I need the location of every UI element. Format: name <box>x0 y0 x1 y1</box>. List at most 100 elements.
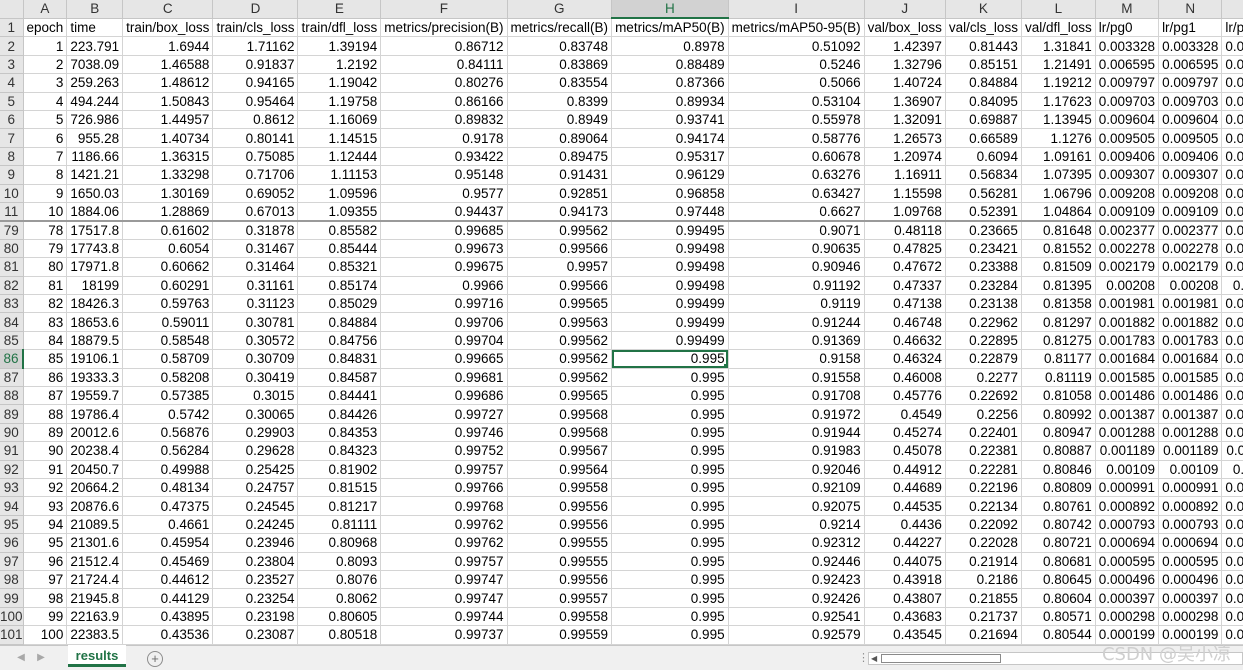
cell[interactable]: 18879.5 <box>66 331 124 351</box>
cell[interactable]: 0.000892 <box>1158 496 1223 516</box>
cell[interactable]: 0.80645 <box>1021 570 1096 590</box>
cell[interactable]: 0.002179 <box>1095 257 1160 277</box>
row-header[interactable]: 101 <box>0 625 24 645</box>
cell[interactable]: 21945.8 <box>66 588 124 608</box>
cell[interactable]: 0.5742 <box>122 404 214 424</box>
cell[interactable]: 0.001585 <box>1221 368 1243 388</box>
cell[interactable]: 0.97448 <box>611 202 729 222</box>
column-header-k[interactable]: K <box>945 0 1022 19</box>
cell[interactable]: 0.99499 <box>611 312 729 332</box>
cell[interactable]: 0.84884 <box>297 312 382 332</box>
cell[interactable]: 0.006595 <box>1221 55 1243 75</box>
cell[interactable]: 0.45954 <box>122 533 214 553</box>
row-header[interactable]: 94 <box>0 496 24 516</box>
cell[interactable]: 0.000892 <box>1095 496 1160 516</box>
cell[interactable]: 1.07395 <box>1021 165 1096 185</box>
cell[interactable]: 1.09768 <box>864 202 946 222</box>
cell[interactable]: 0.46748 <box>864 312 946 332</box>
cell[interactable]: 99 <box>23 607 68 627</box>
column-header-h[interactable]: H <box>611 0 729 20</box>
field-name-cell[interactable]: lr/pg2 <box>1221 18 1243 38</box>
cell[interactable]: 0.23665 <box>945 220 1022 240</box>
cell[interactable]: 0.002377 <box>1158 220 1223 240</box>
cell[interactable]: 1.48612 <box>122 73 214 93</box>
cell[interactable]: 1.40734 <box>122 128 214 148</box>
cell[interactable]: 0.000298 <box>1095 607 1160 627</box>
cell[interactable]: 1.28869 <box>122 202 214 222</box>
prev-sheet-icon[interactable]: ◀ <box>14 650 28 666</box>
cell[interactable]: 0.80544 <box>1021 625 1096 645</box>
cell[interactable]: 0.000793 <box>1158 515 1223 535</box>
cell[interactable]: 0.43918 <box>864 570 946 590</box>
cell[interactable]: 21512.4 <box>66 552 124 571</box>
column-header-j[interactable]: J <box>864 0 946 19</box>
cell[interactable]: 0.91369 <box>728 331 865 351</box>
cell[interactable]: 0.43536 <box>122 625 214 645</box>
cell[interactable]: 0.99685 <box>380 220 508 240</box>
cell[interactable]: 0.86712 <box>380 36 508 56</box>
cell[interactable]: 0.6627 <box>728 202 865 222</box>
cell[interactable]: 0.48118 <box>864 220 946 240</box>
cell[interactable]: 0.22879 <box>945 349 1022 369</box>
cell[interactable]: 0.99675 <box>380 257 508 277</box>
cell[interactable]: 0.99716 <box>380 294 508 314</box>
cell[interactable]: 0.00109 <box>1221 460 1243 479</box>
cell[interactable]: 0.995 <box>611 607 729 627</box>
cell[interactable]: 0.3015 <box>212 386 299 406</box>
cell[interactable]: 0.90946 <box>728 257 865 277</box>
cell[interactable]: 0.92312 <box>728 533 865 553</box>
cell[interactable]: 1.06796 <box>1021 184 1096 203</box>
cell[interactable]: 0.8062 <box>297 588 382 608</box>
cell[interactable]: 0.000991 <box>1095 478 1160 498</box>
cell[interactable]: 0.99498 <box>611 239 729 259</box>
cell[interactable]: 0.80681 <box>1021 552 1096 571</box>
column-header-b[interactable]: B <box>66 0 124 19</box>
select-all-corner[interactable] <box>0 0 24 19</box>
cell[interactable]: 0.23527 <box>212 570 299 590</box>
cell[interactable]: 0.84426 <box>297 404 382 424</box>
cell[interactable]: 0.80571 <box>1021 607 1096 627</box>
cell[interactable]: 0.009109 <box>1158 202 1223 222</box>
cell[interactable]: 93 <box>23 496 68 516</box>
cell[interactable]: 1.26573 <box>864 128 946 148</box>
cell[interactable]: 0.001387 <box>1158 404 1223 424</box>
cell[interactable]: 4 <box>23 92 68 111</box>
cell[interactable]: 0.5066 <box>728 73 865 93</box>
cell[interactable]: 1421.21 <box>66 165 124 185</box>
row-header[interactable]: 6 <box>0 110 24 130</box>
cell[interactable]: 0.009406 <box>1221 147 1243 167</box>
row-header[interactable]: 10 <box>0 184 24 203</box>
cell[interactable]: 0.99665 <box>380 349 508 369</box>
cell[interactable]: 0.001981 <box>1221 294 1243 314</box>
cell[interactable]: 0.009604 <box>1095 110 1160 130</box>
cell[interactable]: 0.52391 <box>945 202 1022 222</box>
cell[interactable]: 20450.7 <box>66 460 124 479</box>
cell[interactable]: 0.001486 <box>1158 386 1223 406</box>
cell[interactable]: 0.009703 <box>1158 92 1223 111</box>
cell[interactable]: 0.81552 <box>1021 239 1096 259</box>
column-header-l[interactable]: L <box>1021 0 1096 19</box>
cell[interactable]: 0.6094 <box>945 147 1022 167</box>
cell[interactable]: 0.009109 <box>1095 202 1160 222</box>
next-sheet-icon[interactable]: ▶ <box>34 650 48 666</box>
cell[interactable]: 0.001288 <box>1095 423 1160 443</box>
cell[interactable]: 0.44227 <box>864 533 946 553</box>
cell[interactable]: 0.85174 <box>297 276 382 296</box>
cell[interactable]: 0.84831 <box>297 349 382 369</box>
cell[interactable]: 0.92851 <box>507 184 613 203</box>
cell[interactable]: 19559.7 <box>66 386 124 406</box>
cell[interactable]: 1.40724 <box>864 73 946 93</box>
cell[interactable]: 0.83748 <box>507 36 613 56</box>
cell[interactable]: 0.80887 <box>1021 441 1096 461</box>
cell[interactable]: 0.009109 <box>1221 202 1243 222</box>
cell[interactable]: 0.87366 <box>611 73 729 93</box>
cell[interactable]: 0.21694 <box>945 625 1022 645</box>
row-header[interactable]: 3 <box>0 55 24 75</box>
cell[interactable]: 0.75085 <box>212 147 299 167</box>
field-name-cell[interactable]: time <box>66 18 124 38</box>
column-header-e[interactable]: E <box>297 0 382 19</box>
cell[interactable]: 0.000793 <box>1221 515 1243 535</box>
cell[interactable]: 0.49988 <box>122 460 214 479</box>
cell[interactable]: 0.63276 <box>728 165 865 185</box>
cell[interactable]: 0.99565 <box>507 386 613 406</box>
